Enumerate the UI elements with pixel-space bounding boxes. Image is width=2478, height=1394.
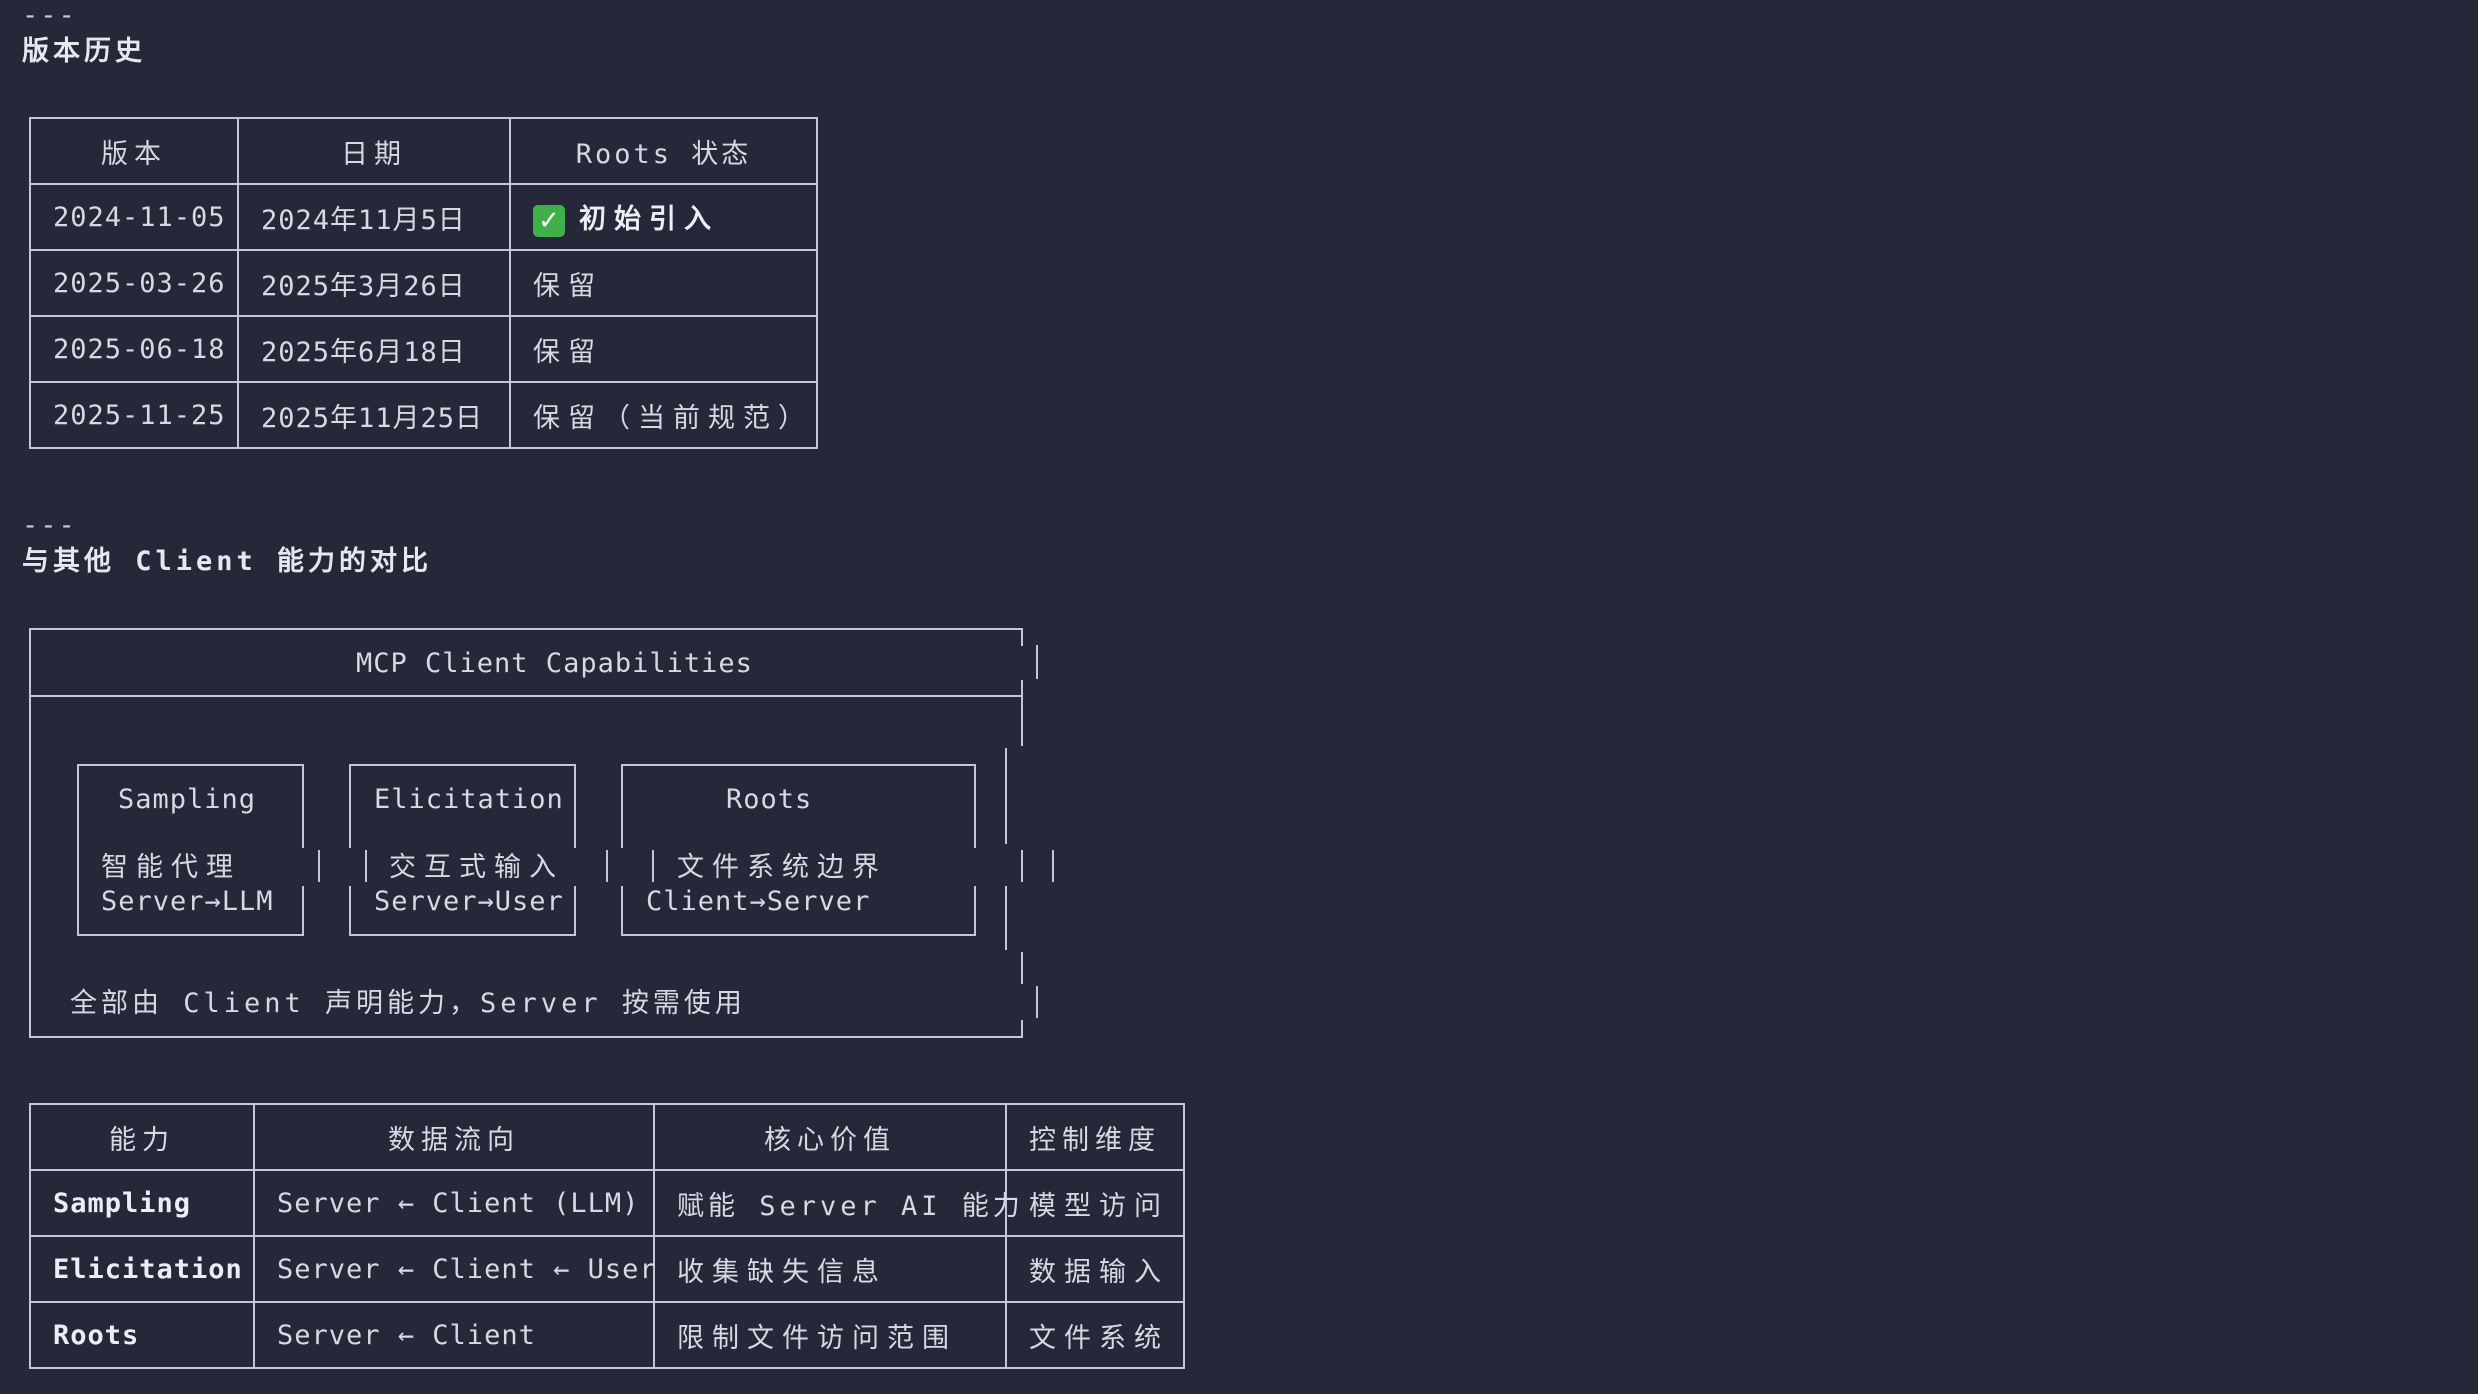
box-side (302, 764, 304, 848)
version-table-header: 版本 日期 Roots 状态 (29, 117, 818, 185)
version-cell: 2025-06-18 (29, 315, 239, 383)
date-cell: 2025年11月25日 (237, 381, 511, 449)
comparison-title: 与其他 Client 能力的对比 (22, 546, 433, 577)
column-header: 日期 (237, 117, 511, 185)
box-side (621, 764, 623, 848)
table-row: 2025-11-25 2025年11月25日 保留（当前规范） (29, 381, 818, 449)
data-flow-cell: Server ← Client (LLM) (253, 1169, 655, 1237)
version-cell: 2025-03-26 (29, 249, 239, 317)
check-mark-icon: ✓ (533, 204, 565, 237)
box-side (318, 850, 320, 882)
box-side (349, 764, 351, 848)
column-header: 版本 (29, 117, 239, 185)
elicitation-name: Elicitation (374, 784, 564, 815)
status-cell: 保留 (509, 315, 818, 383)
table-row: 2024-11-05 2024年11月5日 ✓ 初始引入 (29, 183, 818, 251)
box-side (652, 850, 654, 882)
column-header: 数据流向 (253, 1103, 655, 1171)
core-value-cell: 赋能 Server AI 能力 (653, 1169, 1020, 1237)
column-header: 能力 (29, 1103, 255, 1171)
sampling-flow: Server→LLM (101, 886, 274, 917)
diagram-footer: 全部由 Client 声明能力，Server 按需使用 (70, 988, 746, 1019)
box-side (349, 886, 351, 936)
core-value-cell: 限制文件访问范围 (653, 1301, 1007, 1369)
version-history-title: 版本历史 (22, 36, 146, 67)
roots-name: Roots (726, 784, 813, 815)
sampling-desc: 智能代理 (101, 852, 241, 883)
control-dimension-cell: 模型访问 (1005, 1169, 1185, 1237)
diagram-frame-right (1021, 1020, 1023, 1038)
separator-2: --- (22, 510, 77, 541)
capability-name-cell: Roots (29, 1301, 255, 1369)
table-row: Sampling Server ← Client (LLM) 赋能 Server… (29, 1169, 1185, 1237)
diagram-frame-right (1052, 850, 1054, 882)
box-side (974, 764, 976, 848)
status-cell: 保留（当前规范） (509, 381, 818, 449)
elicitation-flow: Server→User (374, 886, 564, 917)
diagram-frame-top (29, 628, 1023, 630)
core-value-cell: 收集缺失信息 (653, 1235, 1007, 1303)
diagram-frame-right (1021, 952, 1023, 984)
status-cell: 保留 (509, 249, 818, 317)
diagram-frame-right (1021, 628, 1023, 646)
date-cell: 2025年6月18日 (237, 315, 511, 383)
box-side (574, 764, 576, 848)
box-side (974, 886, 976, 936)
diagram-frame-right (1036, 986, 1038, 1018)
table-row: 2025-03-26 2025年3月26日 保留 (29, 249, 818, 317)
status-text: 初始引入 (579, 204, 719, 236)
diagram-frame-right (1005, 748, 1007, 844)
diagram-frame-bottom (29, 1036, 1023, 1038)
separator-1: --- (22, 0, 77, 31)
comparison-table: 能力 数据流向 核心价值 控制维度 Sampling Server ← Clie… (29, 1103, 1185, 1369)
capability-name-cell: Elicitation (29, 1235, 255, 1303)
status-cell: ✓ 初始引入 (509, 183, 818, 251)
diagram-frame-right (1021, 850, 1023, 882)
elicitation-desc: 交互式输入 (389, 852, 564, 883)
sampling-name: Sampling (118, 784, 257, 815)
table-row: Elicitation Server ← Client ← User 收集缺失信… (29, 1235, 1185, 1303)
roots-flow: Client→Server (646, 886, 871, 917)
diagram-title-divider (29, 695, 1023, 697)
column-header: 核心价值 (653, 1103, 1007, 1171)
diagram-title: MCP Client Capabilities (356, 648, 753, 679)
data-flow-cell: Server ← Client (253, 1301, 655, 1369)
capability-name-cell: Sampling (29, 1169, 255, 1237)
column-header: 控制维度 (1005, 1103, 1185, 1171)
box-side (574, 886, 576, 936)
control-dimension-cell: 文件系统 (1005, 1301, 1185, 1369)
version-table: 版本 日期 Roots 状态 2024-11-05 2024年11月5日 ✓ 初始… (29, 117, 818, 449)
version-cell: 2024-11-05 (29, 183, 239, 251)
version-cell: 2025-11-25 (29, 381, 239, 449)
diagram-frame-right (1036, 645, 1038, 679)
diagram-frame-right (1021, 680, 1023, 746)
diagram-frame-right (1005, 886, 1007, 950)
table-row: Roots Server ← Client 限制文件访问范围 文件系统 (29, 1301, 1185, 1369)
diagram-frame-left (29, 628, 31, 1038)
box-side (302, 886, 304, 936)
column-header: Roots 状态 (509, 117, 818, 185)
control-dimension-cell: 数据输入 (1005, 1235, 1185, 1303)
table-row: 2025-06-18 2025年6月18日 保留 (29, 315, 818, 383)
date-cell: 2025年3月26日 (237, 249, 511, 317)
roots-desc: 文件系统边界 (677, 852, 887, 883)
date-cell: 2024年11月5日 (237, 183, 511, 251)
box-side (365, 850, 367, 882)
box-side (621, 886, 623, 936)
box-side (606, 850, 608, 882)
data-flow-cell: Server ← Client ← User (253, 1235, 656, 1303)
comparison-table-header: 能力 数据流向 核心价值 控制维度 (29, 1103, 1185, 1171)
